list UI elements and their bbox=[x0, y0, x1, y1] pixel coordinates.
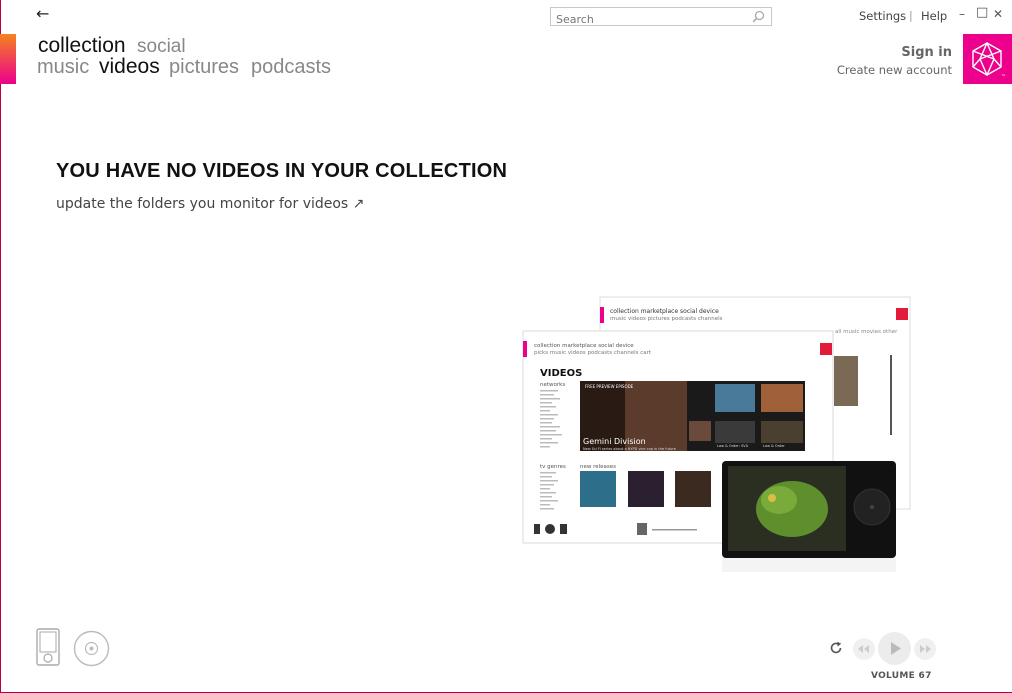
sign-in-link[interactable]: Sign in bbox=[901, 45, 952, 60]
previous-icon bbox=[858, 645, 869, 653]
feature-tag: FREE PREVIEW EPISODE bbox=[585, 384, 634, 389]
feature-title: Gemini Division bbox=[583, 437, 646, 446]
zune-player-device bbox=[722, 461, 896, 558]
maximize-button[interactable]: □ bbox=[976, 5, 988, 20]
empty-collection-heading: YOU HAVE NO VIDEOS IN YOUR COLLECTION bbox=[56, 160, 508, 182]
front-window-nav-bottom: picks music videos podcasts channels car… bbox=[534, 350, 652, 356]
search-box[interactable] bbox=[550, 7, 772, 28]
minimize-button[interactable]: – bbox=[959, 7, 965, 21]
front-window-networks: networks bbox=[540, 382, 565, 388]
new-releases-heading: new releases bbox=[580, 464, 616, 470]
search-input[interactable] bbox=[551, 11, 741, 28]
device-icon[interactable] bbox=[36, 628, 60, 666]
create-account-link[interactable]: Create new account bbox=[837, 63, 952, 77]
volume-control[interactable]: VOLUME 67 bbox=[871, 671, 932, 681]
window-frame-left bbox=[0, 0, 1, 693]
search-icon[interactable] bbox=[752, 10, 765, 23]
next-icon bbox=[920, 645, 931, 653]
monitor-folders-link[interactable]: update the folders you monitor for video… bbox=[56, 196, 364, 212]
next-button[interactable] bbox=[914, 638, 936, 660]
back-window-nav-bottom: music videos pictures podcasts channels bbox=[610, 316, 723, 322]
help-link[interactable]: Help bbox=[921, 9, 947, 23]
back-button[interactable]: ← bbox=[36, 4, 49, 23]
zune-software-illustration: collection marketplace social device mus… bbox=[522, 296, 911, 572]
front-window-title: VIDEOS bbox=[540, 368, 582, 379]
close-button[interactable]: ✕ bbox=[993, 7, 1003, 21]
previous-button[interactable] bbox=[853, 638, 875, 660]
header-separator: | bbox=[909, 9, 913, 22]
back-window-filters: all music movies other bbox=[835, 329, 898, 335]
zune-logo[interactable]: ™ bbox=[963, 34, 1012, 84]
play-button[interactable] bbox=[878, 632, 911, 665]
subpivot-pictures[interactable]: pictures bbox=[169, 56, 239, 79]
front-window-nav-top: collection marketplace social device bbox=[534, 343, 634, 349]
svg-text:™: ™ bbox=[1001, 74, 1006, 80]
subpivot-music[interactable]: music bbox=[37, 56, 89, 79]
zune-logo-icon: ™ bbox=[972, 42, 1006, 80]
back-window-nav-top: collection marketplace social device bbox=[610, 308, 719, 315]
play-icon bbox=[891, 642, 901, 655]
tile-label-law-order: Law & Order bbox=[763, 444, 785, 448]
tile-label-svu: Law & Order: SVU bbox=[717, 444, 749, 448]
feature-subtitle: New Sci Fi series about a NYPD vice cop … bbox=[583, 447, 676, 451]
settings-link[interactable]: Settings bbox=[859, 9, 906, 23]
subpivot-podcasts[interactable]: podcasts bbox=[251, 56, 331, 79]
disc-icon[interactable] bbox=[73, 630, 110, 667]
accent-bar bbox=[0, 34, 16, 84]
refresh-icon[interactable] bbox=[829, 641, 843, 655]
tv-genres-heading: tv genres bbox=[540, 464, 566, 470]
subpivot-videos[interactable]: videos bbox=[99, 55, 160, 79]
